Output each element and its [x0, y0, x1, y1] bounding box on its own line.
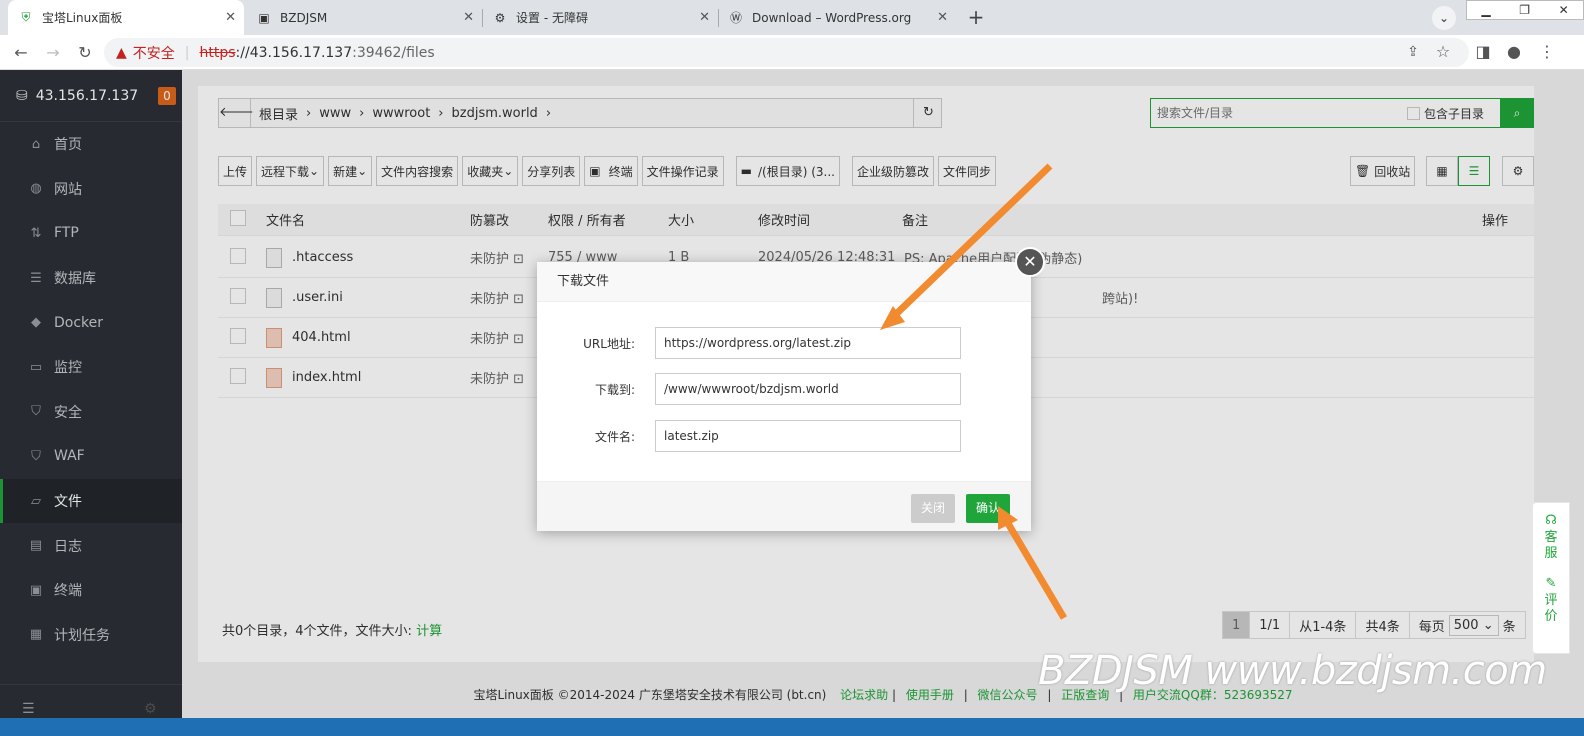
service-link[interactable]: 客服: [1544, 530, 1558, 562]
float-service-bar: ☊ 客服 ✎ 评价: [1532, 502, 1570, 654]
watermark: BZDJSM www.bzdjsm.com: [1038, 648, 1547, 694]
headset-icon[interactable]: ☊: [1533, 513, 1569, 528]
arrow-to-url: [889, 163, 1053, 321]
taskbar: [0, 718, 1584, 736]
rate-link[interactable]: 评价: [1544, 593, 1558, 625]
annotation-arrows: [880, 163, 1068, 620]
arrow-to-confirm: [1002, 518, 1068, 620]
edit-icon[interactable]: ✎: [1533, 576, 1569, 591]
